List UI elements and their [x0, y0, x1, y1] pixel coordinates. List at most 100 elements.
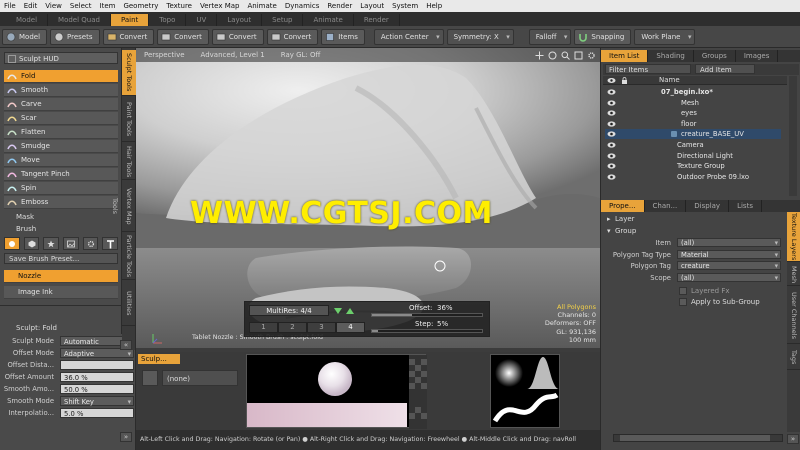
brush-image-button[interactable] [63, 237, 79, 250]
menu-file[interactable]: File [0, 0, 20, 12]
tab-prope-[interactable]: Prope... [601, 200, 645, 212]
tool-tangent-pinch[interactable]: Tangent Pinch [4, 168, 118, 181]
action-center-dropdown[interactable]: Action Center [373, 28, 444, 45]
menu-view[interactable]: View [41, 0, 66, 12]
convert-button-1[interactable]: Convert [102, 28, 155, 45]
side-tab-tags[interactable]: Tags [787, 346, 800, 370]
menu-system[interactable]: System [388, 0, 422, 12]
properties-scroll-thumb[interactable] [620, 435, 770, 441]
menu-edit[interactable]: Edit [20, 0, 42, 12]
tool-smooth[interactable]: Smooth [4, 84, 118, 97]
name-column-header[interactable]: Name [659, 76, 680, 85]
model-button[interactable]: Model [2, 28, 48, 45]
item-row-texture-group[interactable]: Texture Group [605, 161, 781, 171]
tool-move[interactable]: Move [4, 154, 118, 167]
collapse-left-button[interactable]: « [120, 340, 132, 350]
fit-view-icon[interactable] [574, 51, 583, 60]
zoom-view-icon[interactable] [561, 51, 570, 60]
level-3-button[interactable]: 3 [307, 322, 336, 333]
tool-spin[interactable]: Spin [4, 182, 118, 195]
convert-button-3[interactable]: Convert [211, 28, 264, 45]
image-ink-button[interactable]: Image Ink [4, 286, 118, 299]
item-row-camera[interactable]: Camera [605, 140, 781, 150]
item-row-eyes[interactable]: eyes [605, 108, 781, 118]
menu-item[interactable]: Item [96, 0, 120, 12]
eye-icon[interactable] [607, 120, 616, 128]
group-section[interactable]: ▾ Group [605, 226, 785, 236]
prop-number-field[interactable]: 36.0 % [60, 372, 134, 382]
convert-button-4[interactable]: Convert [266, 28, 319, 45]
menu-texture[interactable]: Texture [162, 0, 196, 12]
falloff-dropdown[interactable]: Falloff [528, 28, 572, 45]
sculpt-presets-tab[interactable]: Sculp... [138, 354, 180, 364]
prop-dropdown[interactable]: Shift Key [60, 396, 134, 407]
tool-fold[interactable]: Fold [4, 70, 118, 83]
tab-lists[interactable]: Lists [729, 200, 762, 212]
rotate-view-icon[interactable] [548, 51, 557, 60]
step-slider[interactable] [371, 329, 483, 333]
vtab-utilities[interactable]: Utilities [122, 282, 136, 326]
menu-layout[interactable]: Layout [356, 0, 388, 12]
level-up-icon[interactable] [345, 306, 355, 316]
tab-chan-[interactable]: Chan... [645, 200, 687, 212]
side-tab-mesh[interactable]: Mesh [787, 264, 800, 286]
side-tab-user-channels[interactable]: User Channels [787, 288, 800, 344]
menu-dynamics[interactable]: Dynamics [281, 0, 324, 12]
presets-button[interactable]: Presets [50, 28, 100, 45]
move-view-icon[interactable] [535, 51, 544, 60]
side-tab-texture-layers[interactable]: Texture Layers [787, 212, 800, 262]
prop-dropdown[interactable]: creature [677, 261, 781, 271]
brush-hex-button[interactable] [23, 237, 40, 250]
tool-scar[interactable]: Scar [4, 112, 118, 125]
layout-tab-uv[interactable]: UV [186, 14, 218, 26]
menu-geometry[interactable]: Geometry [119, 0, 162, 12]
lock-column-icon[interactable] [621, 77, 628, 84]
eye-icon[interactable] [607, 88, 616, 96]
brush-round-button[interactable] [4, 237, 20, 250]
vtab-particle-tools[interactable]: Particle Tools [122, 234, 136, 280]
tab-shading[interactable]: Shading [648, 50, 694, 62]
expand-left-button[interactable]: » [120, 432, 132, 442]
menu-vertex-map[interactable]: Vertex Map [196, 0, 244, 12]
snapping-button[interactable]: Snapping [574, 28, 632, 45]
items-button[interactable]: Items [321, 28, 365, 45]
prop-number-field[interactable]: 50.0 % [60, 384, 134, 394]
tab-display[interactable]: Display [686, 200, 730, 212]
symmetry-dropdown[interactable]: Symmetry: X [446, 28, 514, 45]
tool-emboss[interactable]: Emboss [4, 196, 118, 209]
brush-star-button[interactable] [43, 237, 60, 250]
layout-tab-render[interactable]: Render [354, 14, 400, 26]
level-4-button[interactable]: 4 [336, 322, 365, 333]
item-row-directional-light[interactable]: Directional Light [605, 151, 781, 161]
shading-mode[interactable]: Advanced, Level 1 [193, 51, 273, 59]
prop-number-field[interactable]: 5.0 % [60, 408, 134, 418]
item-row-07-begin-lxo-[interactable]: 07_begin.lxo* [605, 87, 781, 97]
layout-tab-model-quad[interactable]: Model Quad [48, 14, 111, 26]
menu-select[interactable]: Select [66, 0, 96, 12]
item-row-mesh[interactable]: Mesh [605, 98, 781, 108]
layout-tab-layout[interactable]: Layout [217, 14, 263, 26]
item-list-scrollbar[interactable] [789, 76, 797, 196]
nozzle-button[interactable]: Nozzle [4, 270, 118, 283]
tool-smudge[interactable]: Smudge [4, 140, 118, 153]
eye-icon[interactable] [607, 152, 616, 160]
item-row-creature-base-uv[interactable]: creature_BASE_UV [605, 129, 781, 140]
apply-sub-group-checkbox[interactable]: Apply to Sub-Group [679, 297, 789, 307]
vtab-sculpt-tools[interactable]: Sculpt Tools [122, 50, 136, 96]
prop-dropdown[interactable]: (all) [677, 238, 781, 248]
tab-item-list[interactable]: Item List [601, 50, 649, 62]
sculpt-hud-button[interactable]: Sculpt HUD [4, 52, 118, 64]
tab-groups[interactable]: Groups [694, 50, 736, 62]
layout-tab-animate[interactable]: Animate [303, 14, 354, 26]
prop-dropdown[interactable]: Material [677, 249, 781, 260]
layout-tab-paint[interactable]: Paint [110, 14, 150, 26]
eye-icon[interactable] [607, 99, 616, 107]
layout-tab-setup[interactable]: Setup [262, 14, 304, 26]
brush-settings-button[interactable] [82, 237, 99, 250]
ray-gl-toggle[interactable]: Ray GL: Off [273, 51, 329, 59]
preset-dropdown[interactable]: (none) [162, 370, 238, 386]
view-type-perspective[interactable]: Perspective [136, 51, 193, 59]
menu-help[interactable]: Help [422, 0, 446, 12]
tab-images[interactable]: Images [736, 50, 779, 62]
prop-dropdown[interactable]: (all) [677, 272, 781, 283]
